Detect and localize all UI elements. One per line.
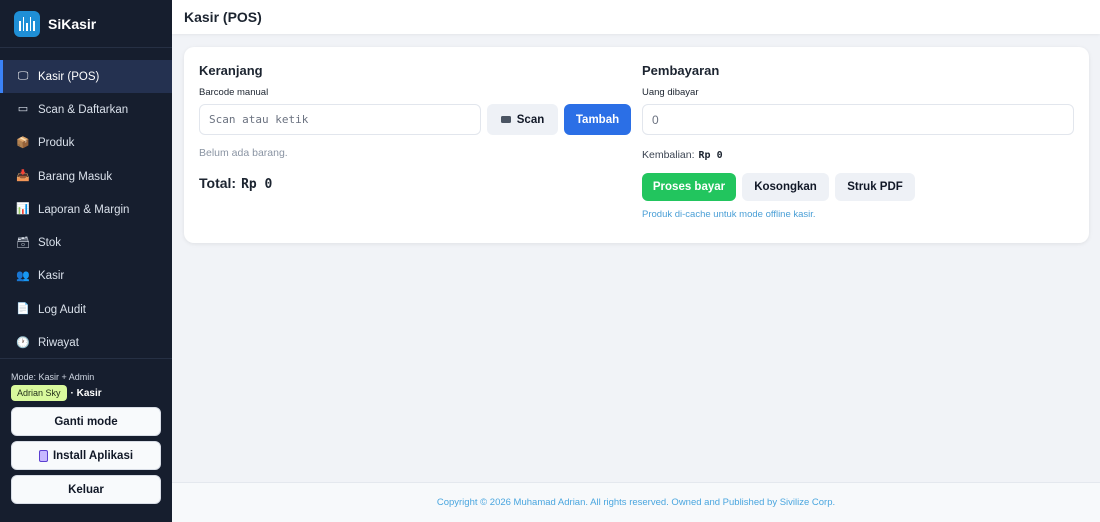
barcode-label: Barcode manual: [199, 87, 269, 98]
copyright-text: Copyright © 2026 Muhamad Adrian. All rig…: [436, 497, 836, 508]
sidebar-item-label: Log Audit: [38, 303, 86, 316]
phone-icon: [38, 449, 48, 462]
sidebar-item-label: Stok: [38, 237, 62, 250]
brand-name: SiKasir: [48, 15, 97, 32]
pos-card: Keranjang Barcode manual Scan Tambah Bel…: [184, 47, 1089, 243]
chart-icon: 📊: [16, 203, 30, 216]
sidebar-account-panel: Mode: Kasir + Admin Adrian Sky · Kasir G…: [0, 358, 172, 504]
sidebar-item-scan-daftarkan[interactable]: ▭ Scan & Daftarkan: [0, 93, 172, 126]
receipt-pdf-button[interactable]: Struk PDF: [835, 173, 915, 201]
scanner-icon: ▭: [17, 103, 29, 116]
payment-actions: Proses bayar Kosongkan Struk PDF: [642, 173, 1074, 201]
page-title: Kasir (POS): [184, 9, 262, 25]
stock-icon: 🗃: [16, 236, 30, 249]
total-label: Total:: [199, 175, 237, 191]
install-app-label: Install Aplikasi: [52, 449, 134, 462]
paid-row: [642, 104, 1074, 135]
change-value: Rp 0: [698, 150, 723, 161]
sidebar-item-label: Laporan & Margin: [38, 203, 130, 216]
box-icon: 📦: [16, 136, 30, 149]
cart-section: Keranjang Barcode manual Scan Tambah Bel…: [199, 63, 631, 192]
scan-label: Scan: [516, 113, 545, 126]
paid-amount-input[interactable]: [642, 104, 1074, 135]
sidebar-item-label: Kasir: [38, 270, 65, 283]
sidebar-item-label: Riwayat: [38, 337, 79, 350]
user-role: · Kasir: [70, 387, 102, 399]
sidebar-item-riwayat[interactable]: 🕐 Riwayat: [0, 326, 172, 359]
payment-section: Pembayaran Uang dibayar Kembalian: Rp 0 …: [642, 63, 1074, 220]
sidebar-item-barang-masuk[interactable]: 📥 Barang Masuk: [0, 160, 172, 193]
users-icon: 👥: [16, 269, 30, 282]
sidebar-item-kasir[interactable]: 👥 Kasir: [0, 260, 172, 293]
clear-cart-button[interactable]: Kosongkan: [742, 173, 829, 201]
total-value: Rp 0: [241, 177, 273, 192]
scan-button[interactable]: Scan: [487, 104, 558, 135]
main-area: Kasir (POS) Keranjang Barcode manual Sca…: [172, 0, 1100, 522]
barcode-row: Scan Tambah: [199, 104, 631, 135]
sidebar-item-label: Produk: [38, 137, 75, 150]
sidebar-item-label: Kasir (POS): [38, 70, 100, 83]
inbox-icon: 📥: [16, 170, 30, 183]
ganti-mode-button[interactable]: Ganti mode: [11, 407, 161, 436]
page-header: Kasir (POS): [172, 0, 1100, 34]
register-icon: 🖵: [17, 70, 29, 83]
paid-label: Uang dibayar: [642, 87, 699, 98]
sidebar-item-stok[interactable]: 🗃 Stok: [0, 226, 172, 259]
document-icon: 📄: [16, 303, 30, 316]
user-name-badge: Adrian Sky: [11, 385, 67, 401]
clock-icon: 🕐: [16, 336, 30, 349]
sidebar-item-laporan-margin[interactable]: 📊 Laporan & Margin: [0, 193, 172, 226]
change-label: Kembalian:: [642, 149, 695, 161]
sidebar: SiKasir 🖵 Kasir (POS) ▭ Scan & Daftarkan…: [0, 0, 172, 522]
process-payment-button[interactable]: Proses bayar: [642, 173, 736, 201]
total-row: Total: Rp 0: [199, 175, 631, 192]
sidebar-item-kasir-pos[interactable]: 🖵 Kasir (POS): [0, 60, 172, 94]
payment-title: Pembayaran: [642, 63, 720, 78]
footer: Copyright © 2026 Muhamad Adrian. All rig…: [172, 482, 1100, 522]
mode-text: Mode: Kasir + Admin: [11, 372, 95, 382]
sidebar-item-label: Scan & Daftarkan: [38, 103, 129, 116]
empty-cart-text: Belum ada barang.: [199, 147, 288, 159]
sidebar-item-produk[interactable]: 📦 Produk: [0, 127, 172, 160]
sidebar-nav: 🖵 Kasir (POS) ▭ Scan & Daftarkan 📦 Produ…: [0, 48, 172, 360]
add-button[interactable]: Tambah: [564, 104, 631, 135]
change-row: Kembalian: Rp 0: [642, 149, 1074, 161]
offline-cache-note: Produk di-cache untuk mode offline kasir…: [642, 209, 816, 220]
brand[interactable]: SiKasir: [0, 0, 172, 48]
sidebar-item-label: Barang Masuk: [38, 170, 113, 183]
user-row: Adrian Sky · Kasir: [11, 385, 161, 401]
logout-button[interactable]: Keluar: [11, 475, 161, 504]
camera-icon: [500, 116, 511, 123]
barcode-input[interactable]: [199, 104, 481, 135]
barcode-icon: [14, 10, 40, 37]
install-app-button[interactable]: Install Aplikasi: [11, 441, 161, 470]
sidebar-item-log-audit[interactable]: 📄 Log Audit: [0, 293, 172, 326]
cart-title: Keranjang: [199, 63, 263, 78]
